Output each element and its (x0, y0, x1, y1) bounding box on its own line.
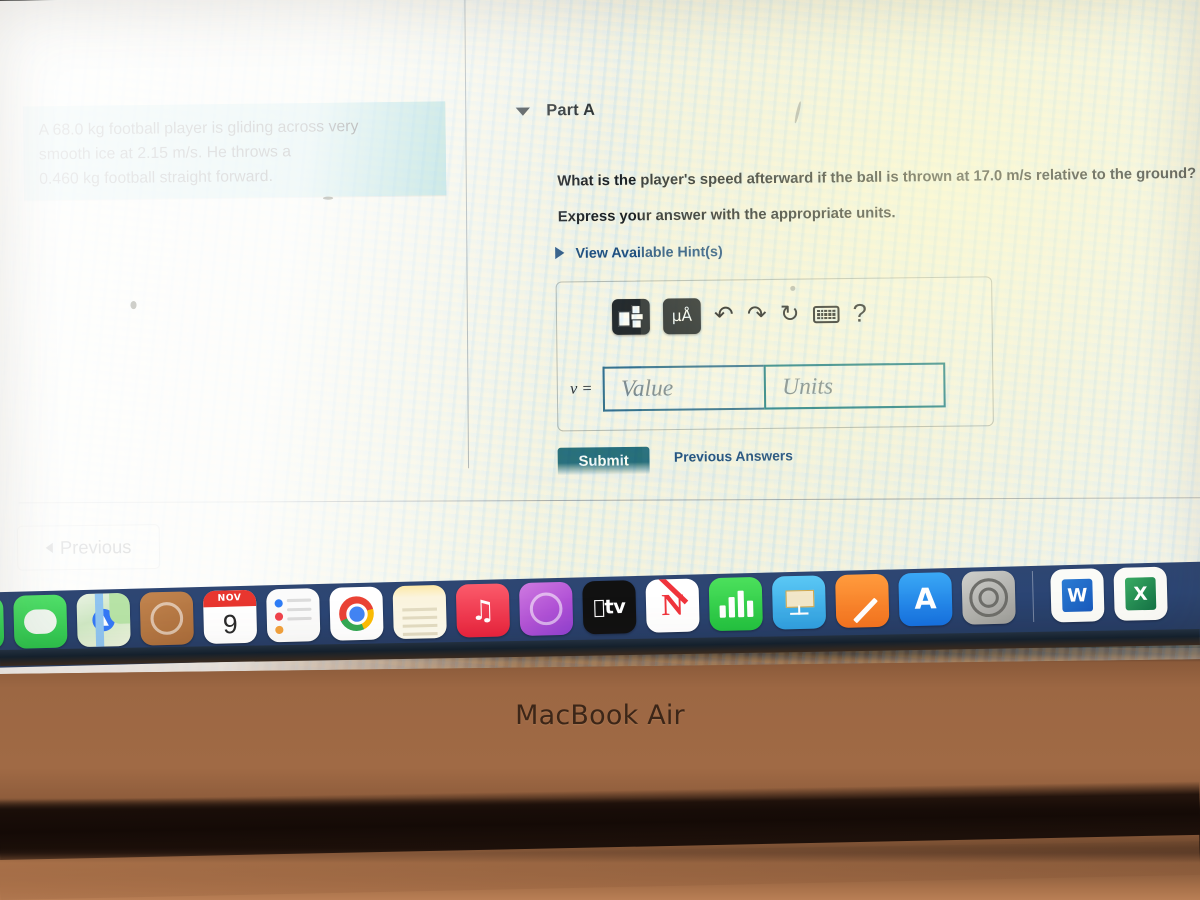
music-icon: ♫ (470, 594, 496, 627)
excel-icon: X (1124, 577, 1157, 611)
units-micro-angstrom-icon: μÅ (671, 306, 693, 326)
reset-icon[interactable]: ↻ (780, 301, 800, 328)
part-title: Part A (546, 101, 596, 120)
dock-item-pages[interactable] (835, 573, 890, 629)
question-line-3: 0.460 kg football straight forward. (39, 167, 274, 188)
dock-item-music[interactable]: ♫ (455, 583, 511, 638)
laptop-screen: A 68.0 kg football player is gliding acr… (0, 0, 1200, 675)
keyboard-icon[interactable] (812, 305, 840, 324)
units-button[interactable]: μÅ (662, 298, 702, 335)
view-hints-label: View Available Hint(s) (575, 242, 723, 261)
calendar-day-label: 9 (222, 608, 238, 639)
app-store-icon: A (913, 581, 937, 616)
math-template-button[interactable] (611, 298, 651, 335)
chevron-down-icon[interactable] (515, 107, 531, 116)
variable-label: v = (570, 380, 593, 398)
maps-road-shape (94, 593, 105, 647)
dock-item-keynote[interactable] (771, 575, 827, 630)
dock-divider (1031, 571, 1035, 623)
math-template-icon (618, 305, 644, 329)
dock-item-maps[interactable]: ▲ (76, 592, 131, 648)
question-line-2: smooth ice at 2.15 m/s. He throws a (38, 143, 292, 164)
units-input[interactable]: Units (763, 362, 946, 410)
previous-answers-link[interactable]: Previous Answers (674, 448, 793, 465)
podcasts-icon (150, 601, 184, 636)
dock-item-app-store[interactable]: A (898, 572, 953, 627)
dock-item-microsoft-word[interactable]: W (1050, 568, 1105, 623)
dock-item-notes[interactable] (392, 584, 447, 640)
submit-button[interactable]: Submit (557, 446, 650, 477)
dock-item-microsoft-excel[interactable]: X (1113, 566, 1168, 621)
notes-icon (402, 607, 438, 636)
podcasts-purple-icon (529, 592, 563, 626)
apple-tv-icon: tv (593, 595, 626, 619)
question-line-1: A 68.0 kg football player is gliding acr… (38, 117, 359, 139)
word-icon: W (1061, 578, 1094, 613)
dock-item-chrome[interactable] (329, 586, 384, 641)
chrome-icon (338, 595, 375, 632)
help-icon[interactable]: ? (852, 299, 867, 329)
macbook-air-label: MacBook Air (515, 700, 685, 731)
previous-nav-label: Previous (59, 536, 132, 558)
reminders-icon (274, 599, 284, 635)
screenshot-stage: MacBook Air A 68.0 kg football player is… (0, 0, 1200, 900)
dock-item-facetime[interactable] (0, 596, 5, 651)
undo-icon[interactable]: ↶ (714, 302, 734, 329)
reminders-lines (286, 598, 312, 621)
keynote-icon (783, 589, 815, 615)
dock-item-podcasts-brown[interactable] (139, 591, 195, 646)
dock-item-numbers[interactable] (708, 576, 763, 632)
value-input[interactable]: Value (602, 364, 765, 412)
dock-item-calendar[interactable]: NOV 9 (202, 589, 258, 645)
dock-item-messages[interactable] (13, 594, 68, 649)
redo-icon[interactable]: ↷ (747, 301, 767, 328)
chevron-right-icon (555, 246, 565, 260)
dock-item-system-preferences[interactable] (961, 570, 1016, 625)
dock-item-apple-tv[interactable]: tv (582, 580, 637, 635)
messages-icon (23, 609, 58, 635)
dock-item-reminders[interactable] (266, 588, 321, 643)
numbers-icon (719, 590, 753, 618)
maps-park-shape (109, 592, 131, 624)
part-a-header[interactable]: Part A (515, 101, 596, 121)
pages-icon (847, 585, 878, 624)
previous-nav-button[interactable]: Previous (16, 524, 161, 571)
dock-item-podcasts[interactable] (518, 581, 574, 637)
answer-input-row: v = Value Units (570, 362, 946, 412)
view-hints-toggle[interactable]: View Available Hint(s) (555, 243, 723, 261)
gear-icon (968, 577, 1009, 618)
dock-item-news[interactable]: N (645, 578, 700, 633)
question-text: A 68.0 kg football player is gliding acr… (38, 114, 416, 192)
chevron-left-icon (45, 542, 53, 554)
answer-toolbar: μÅ ↶ ↷ ↻ ? (611, 296, 867, 335)
